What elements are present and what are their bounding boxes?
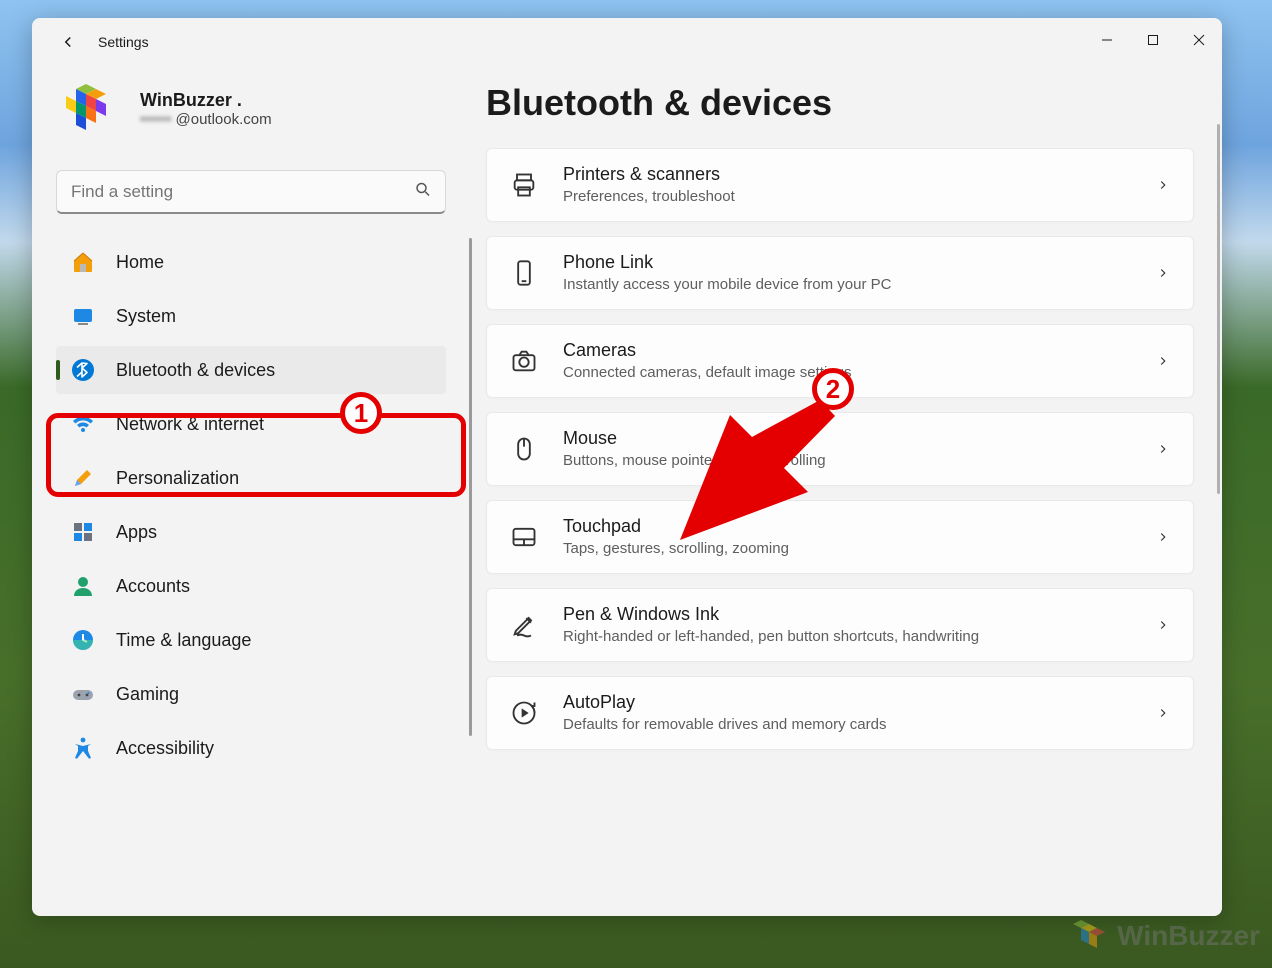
autoplay-icon — [507, 696, 541, 730]
personalization-icon — [70, 465, 96, 491]
apps-icon — [70, 519, 96, 545]
wifi-icon — [70, 411, 96, 437]
accessibility-icon — [70, 735, 96, 761]
card-title: Mouse — [563, 428, 1131, 450]
close-icon — [1193, 34, 1205, 46]
sidebar-item-network[interactable]: Network & internet — [56, 400, 446, 448]
chevron-right-icon — [1153, 175, 1173, 195]
sidebar-item-gaming[interactable]: Gaming — [56, 670, 446, 718]
sidebar-item-label: Personalization — [116, 468, 239, 489]
avatar-cubes-icon — [60, 78, 122, 140]
search-input[interactable] — [56, 170, 446, 214]
accounts-icon — [70, 573, 96, 599]
card-title: Pen & Windows Ink — [563, 604, 1131, 626]
minimize-icon — [1101, 34, 1113, 46]
card-phone-link[interactable]: Phone Link Instantly access your mobile … — [486, 236, 1194, 310]
phone-icon — [507, 256, 541, 290]
sidebar-item-home[interactable]: Home — [56, 238, 446, 286]
card-printers-scanners[interactable]: Printers & scanners Preferences, trouble… — [486, 148, 1194, 222]
chevron-right-icon — [1153, 615, 1173, 635]
card-subtitle: Instantly access your mobile device from… — [563, 276, 1131, 294]
pen-icon — [507, 608, 541, 642]
card-title: Phone Link — [563, 252, 1131, 274]
close-button[interactable] — [1176, 18, 1222, 62]
back-button[interactable] — [50, 24, 86, 60]
back-arrow-icon — [59, 33, 77, 51]
card-subtitle: Buttons, mouse pointer speed, scrolling — [563, 452, 1131, 470]
card-cameras[interactable]: Cameras Connected cameras, default image… — [486, 324, 1194, 398]
search-wrap — [56, 170, 446, 214]
sidebar-item-label: Network & internet — [116, 414, 264, 435]
sidebar-item-label: Bluetooth & devices — [116, 360, 275, 381]
maximize-icon — [1147, 34, 1159, 46]
chevron-right-icon — [1153, 703, 1173, 723]
settings-cards: Printers & scanners Preferences, trouble… — [486, 148, 1194, 750]
gaming-icon — [70, 681, 96, 707]
minimize-button[interactable] — [1084, 18, 1130, 62]
card-subtitle: Preferences, troubleshoot — [563, 188, 1131, 206]
sidebar-item-bluetooth[interactable]: Bluetooth & devices — [56, 346, 446, 394]
sidebar-item-apps[interactable]: Apps — [56, 508, 446, 556]
system-icon — [70, 303, 96, 329]
time-icon — [70, 627, 96, 653]
camera-icon — [507, 344, 541, 378]
sidebar-item-label: Time & language — [116, 630, 251, 651]
sidebar-item-system[interactable]: System — [56, 292, 446, 340]
maximize-button[interactable] — [1130, 18, 1176, 62]
card-title: AutoPlay — [563, 692, 1131, 714]
touchpad-icon — [507, 520, 541, 554]
active-indicator — [56, 360, 60, 380]
card-title: Printers & scanners — [563, 164, 1131, 186]
card-autoplay[interactable]: AutoPlay Defaults for removable drives a… — [486, 676, 1194, 750]
sidebar-item-personalization[interactable]: Personalization — [56, 454, 446, 502]
sidebar-item-label: Home — [116, 252, 164, 273]
card-title: Cameras — [563, 340, 1131, 362]
sidebar: WinBuzzer . •••••• @outlook.com — [32, 66, 470, 916]
page-title: Bluetooth & devices — [486, 82, 1194, 124]
sidebar-item-label: Gaming — [116, 684, 179, 705]
window-controls — [1084, 18, 1222, 62]
nav-list: Home System Bluetooth & devices — [56, 238, 446, 772]
mouse-icon — [507, 432, 541, 466]
chevron-right-icon — [1153, 527, 1173, 547]
chevron-right-icon — [1153, 263, 1173, 283]
sidebar-item-label: Apps — [116, 522, 157, 543]
card-subtitle: Connected cameras, default image setting… — [563, 364, 1131, 382]
sidebar-item-time[interactable]: Time & language — [56, 616, 446, 664]
bluetooth-icon — [70, 357, 96, 383]
card-subtitle: Right-handed or left-handed, pen button … — [563, 628, 1131, 646]
avatar — [56, 74, 126, 144]
card-touchpad[interactable]: Touchpad Taps, gestures, scrolling, zoom… — [486, 500, 1194, 574]
titlebar: Settings — [32, 18, 1222, 66]
window-title: Settings — [98, 34, 149, 50]
card-pen-ink[interactable]: Pen & Windows Ink Right-handed or left-h… — [486, 588, 1194, 662]
printer-icon — [507, 168, 541, 202]
chevron-right-icon — [1153, 351, 1173, 371]
card-mouse[interactable]: Mouse Buttons, mouse pointer speed, scro… — [486, 412, 1194, 486]
card-subtitle: Taps, gestures, scrolling, zooming — [563, 540, 1131, 558]
chevron-right-icon — [1153, 439, 1173, 459]
search-icon — [414, 181, 432, 204]
home-icon — [70, 249, 96, 275]
sidebar-item-accounts[interactable]: Accounts — [56, 562, 446, 610]
main-content: Bluetooth & devices Printers & scanners … — [470, 66, 1222, 916]
user-email: •••••• @outlook.com — [140, 111, 272, 128]
sidebar-item-label: Accounts — [116, 576, 190, 597]
user-profile[interactable]: WinBuzzer . •••••• @outlook.com — [56, 66, 446, 162]
sidebar-item-label: Accessibility — [116, 738, 214, 759]
user-name: WinBuzzer . — [140, 90, 272, 111]
settings-window: Settings — [32, 18, 1222, 916]
sidebar-item-accessibility[interactable]: Accessibility — [56, 724, 446, 772]
card-subtitle: Defaults for removable drives and memory… — [563, 716, 1131, 734]
sidebar-item-label: System — [116, 306, 176, 327]
main-scrollbar[interactable] — [1217, 124, 1220, 494]
card-title: Touchpad — [563, 516, 1131, 538]
